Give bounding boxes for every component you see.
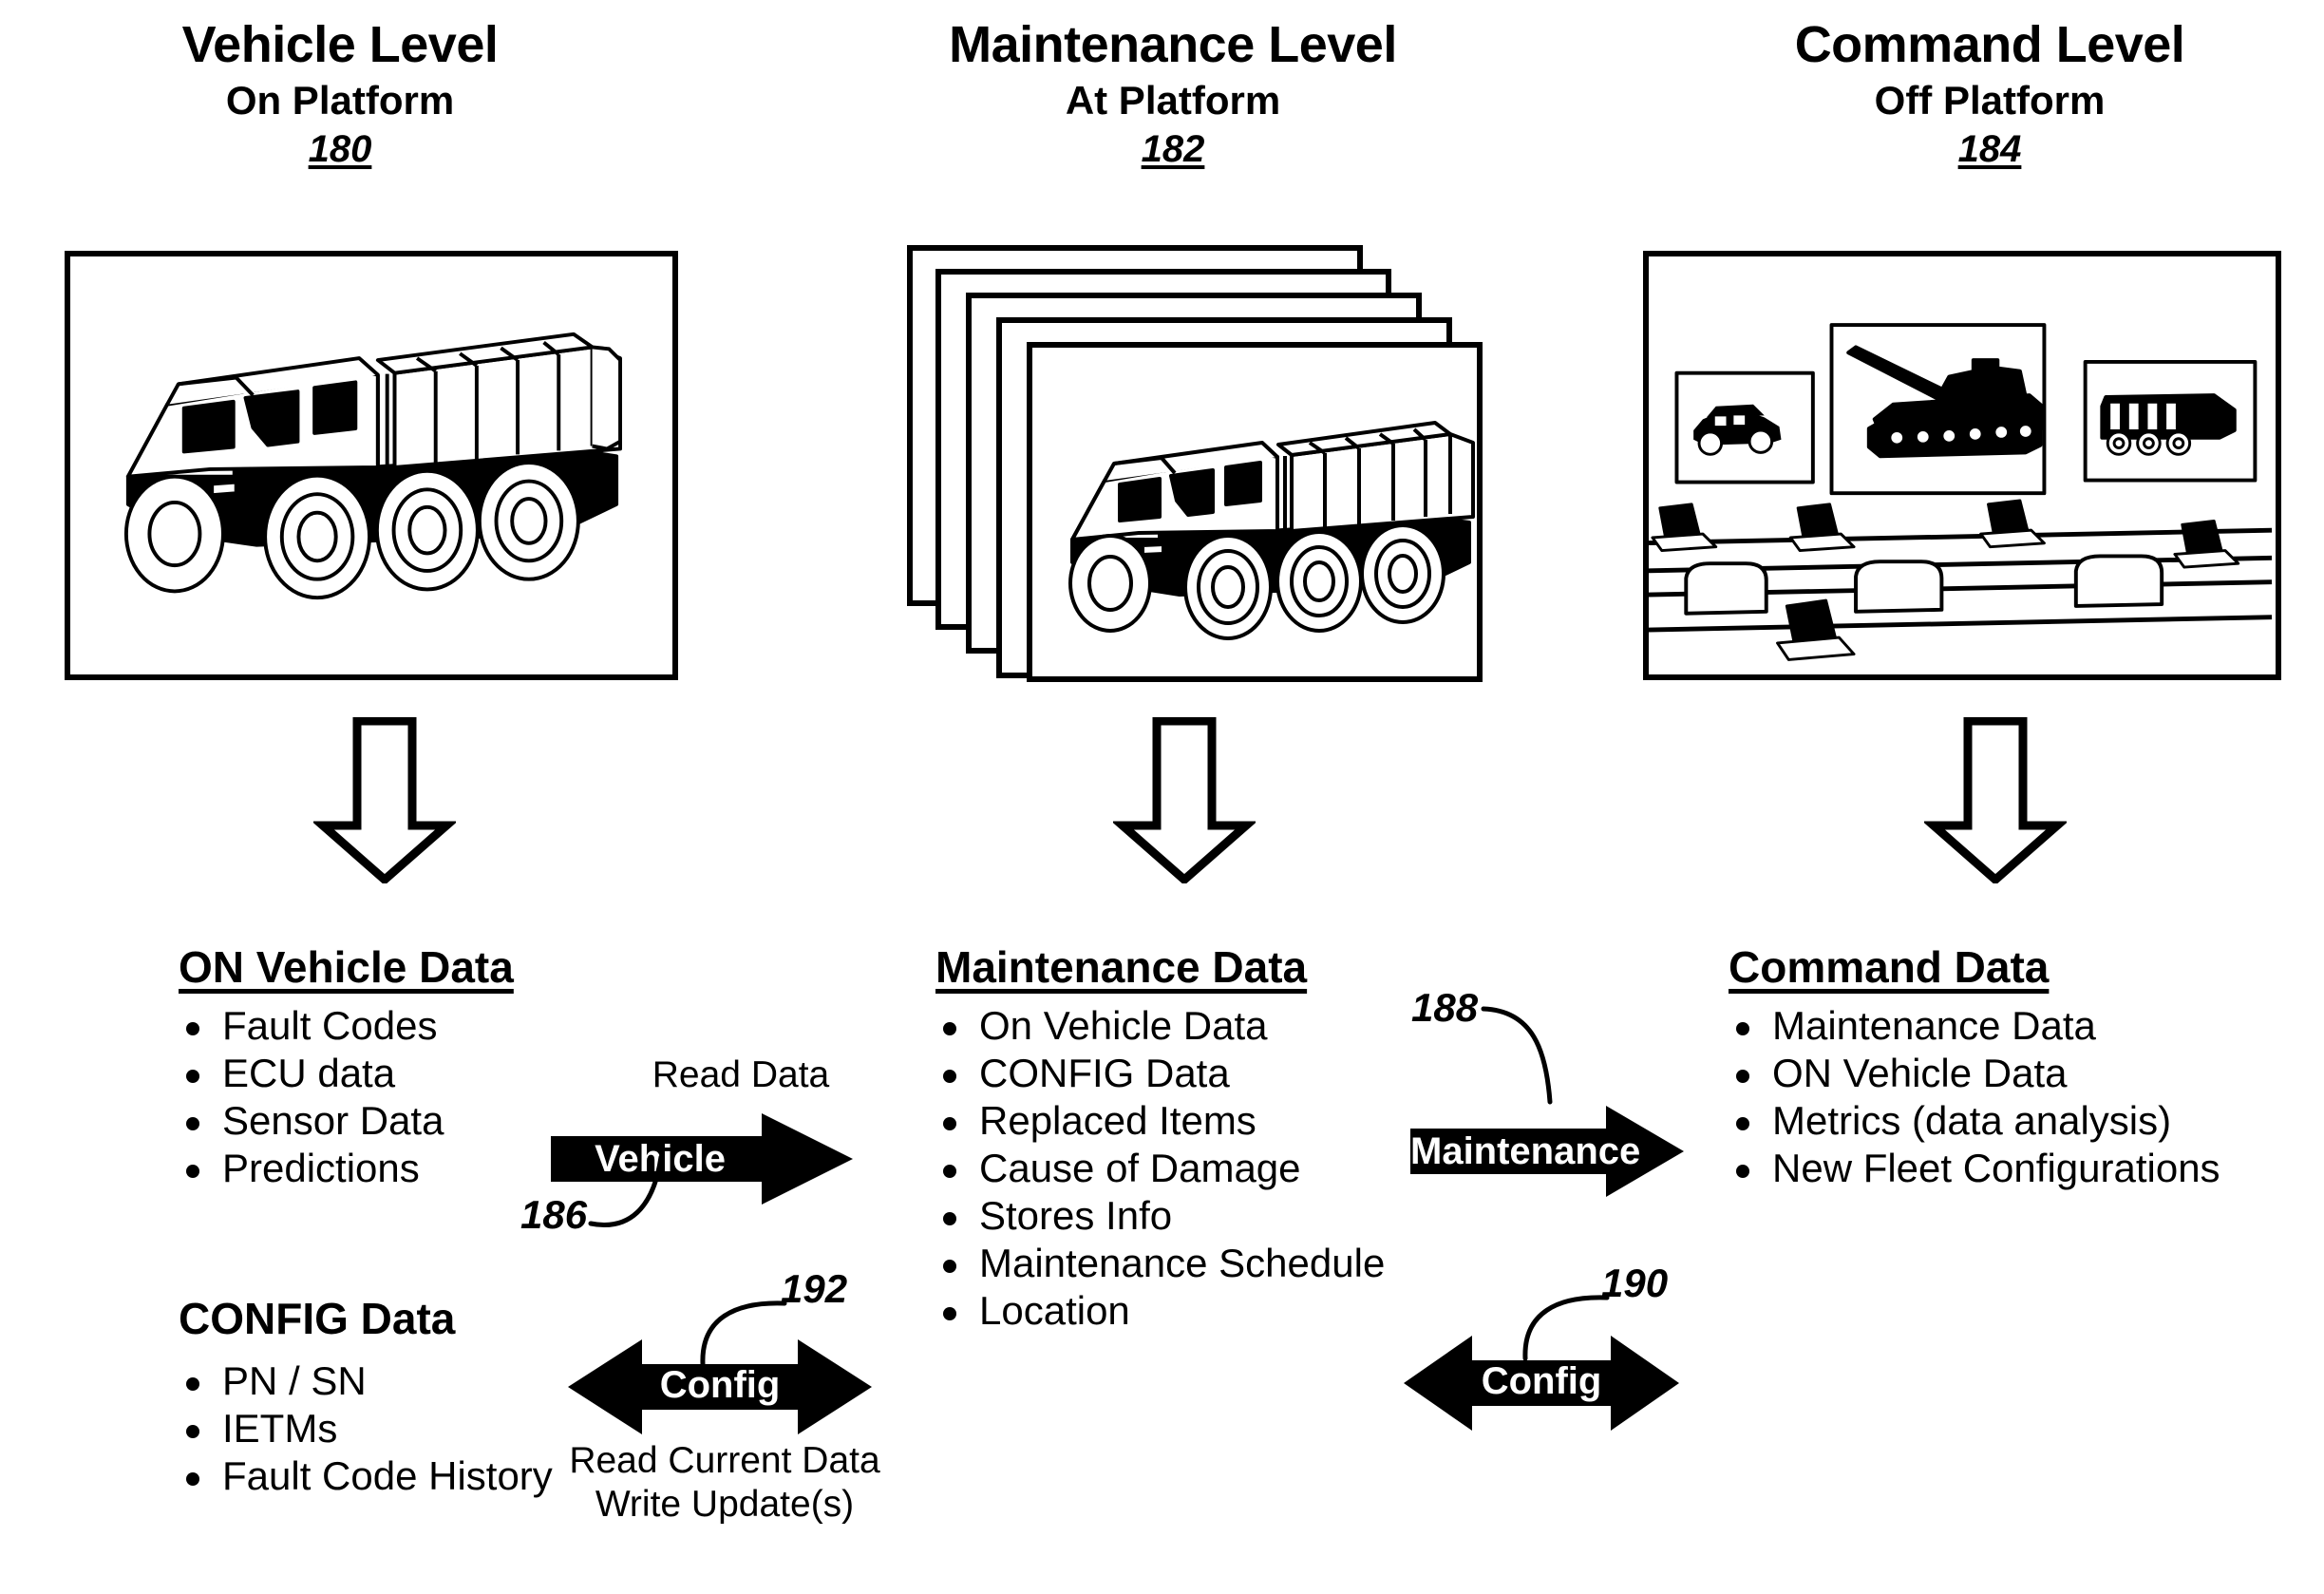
maintenance-records-stack [907,245,1496,684]
military-cargo-truck-illustration-small [1068,421,1475,640]
list-item: Fault Code History [179,1456,553,1496]
column-subtitle: At Platform [1065,78,1281,123]
down-arrow-command [1924,717,2067,883]
list-item: Predictions [179,1148,514,1188]
maintenance-data-title: Maintenance Data [935,942,1308,992]
maintenance-arrow-label: Maintenance [1410,1130,1641,1172]
config-arrow-label-right: Config [1481,1360,1602,1402]
list-item: New Fleet Configurations [1729,1148,2220,1188]
maintenance-data-list: On Vehicle Data CONFIG Data Replaced Ite… [935,1006,1385,1331]
list-item: PN / SN [179,1361,553,1401]
military-cargo-truck-illustration [123,332,623,600]
maintenance-data-flow-arrow: Maintenance [1410,1104,1686,1199]
laptop [1651,503,1718,553]
list-item: Metrics (data analysis) [1729,1101,2220,1141]
leader-line-186 [588,1154,714,1235]
column-ref-number: 184 [1957,128,2022,170]
ref-number-186: 186 [520,1192,588,1237]
on-vehicle-data-block: ON Vehicle Data Fault Codes ECU data Sen… [179,945,514,1196]
command-center-illustration [1649,323,2273,661]
down-arrow-vehicle [313,717,456,883]
command-data-title: Command Data [1729,942,2050,992]
list-item: CONFIG Data [935,1053,1385,1093]
column-ref-number: 180 [308,128,372,170]
command-center-image-frame [1643,251,2281,680]
vehicle-arrow-caption-above: Read Data [652,1054,830,1095]
laptop [1979,499,2046,549]
config-arrow-caption-line1: Read Current Data [569,1440,880,1481]
command-data-block: Command Data Maintenance Data ON Vehicle… [1729,945,2220,1196]
config-arrow-caption-line2: Write Update(s) [595,1484,855,1525]
laptop [2173,519,2240,569]
list-item: Cause of Damage [935,1148,1385,1188]
config-data-list: PN / SN IETMs Fault Code History [179,1361,553,1496]
laptop [1788,503,1856,553]
config-data-block: CONFIG Data PN / SN IETMs Fault Code His… [179,1297,553,1504]
leader-line-192 [693,1292,798,1368]
list-item: Replaced Items [935,1101,1385,1141]
list-item: Location [935,1291,1385,1331]
column-subtitle: Off Platform [1874,78,2106,123]
column-ref-number: 182 [1141,128,1205,170]
vehicle-image-frame [65,251,678,680]
column-heading-maintenance-level: Maintenance Level At Platform 182 [860,19,1486,168]
leader-line-190 [1516,1288,1620,1364]
list-item: Stores Info [935,1196,1385,1236]
column-title: Command Level [1794,16,2185,73]
down-arrow-maintenance [1113,717,1256,883]
column-title: Maintenance Level [949,16,1397,73]
list-item: Fault Codes [179,1006,514,1046]
maintenance-data-block: Maintenance Data On Vehicle Data CONFIG … [935,945,1385,1338]
column-heading-command-level: Command Level Off Platform 184 [1676,19,2303,168]
column-heading-vehicle-level: Vehicle Level On Platform 180 [27,19,653,168]
diagram-canvas: Vehicle Level On Platform 180 Maintenanc… [0,0,2324,1594]
list-item: ECU data [179,1053,514,1093]
column-subtitle: On Platform [225,78,455,123]
column-title: Vehicle Level [181,16,499,73]
list-item: Maintenance Schedule [935,1243,1385,1283]
ref-number-188: 188 [1411,985,1479,1030]
list-item: Sensor Data [179,1101,514,1141]
list-item: IETMs [179,1409,553,1449]
list-item: Maintenance Data [1729,1006,2220,1046]
list-item: On Vehicle Data [935,1006,1385,1046]
config-data-title: CONFIG Data [179,1294,456,1343]
command-data-list: Maintenance Data ON Vehicle Data Metrics… [1729,1006,2220,1188]
on-vehicle-data-list: Fault Codes ECU data Sensor Data Predict… [179,1006,514,1188]
leader-line-188 [1481,1005,1588,1110]
list-item: ON Vehicle Data [1729,1053,2220,1093]
laptop [1776,598,1856,661]
config-arrow-label-left: Config [659,1364,781,1406]
record-card-front [1027,342,1483,682]
on-vehicle-data-title: ON Vehicle Data [179,942,514,992]
